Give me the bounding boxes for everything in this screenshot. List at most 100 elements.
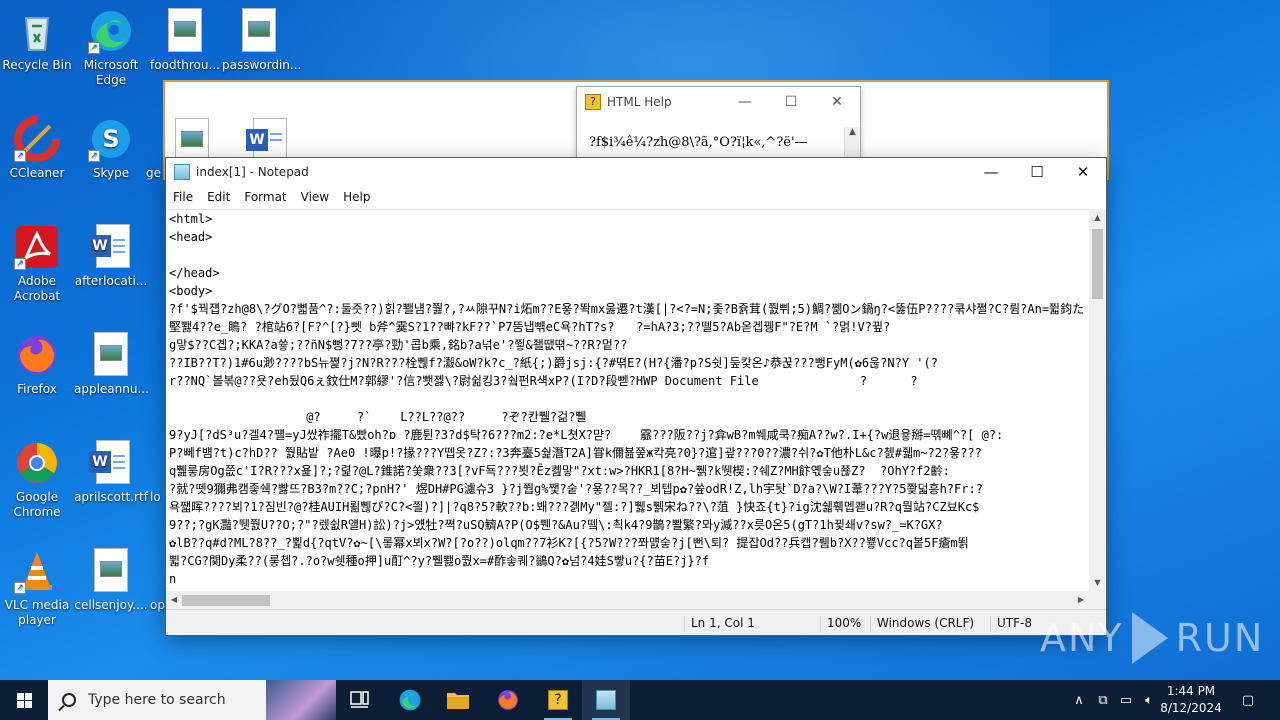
- start-button[interactable]: [0, 680, 48, 720]
- desktop-icon-adobe-acrobat[interactable]: ↗ Adobe Acrobat: [0, 224, 74, 304]
- word-document-icon: W: [88, 224, 134, 270]
- maximize-button[interactable]: ☐: [768, 94, 814, 110]
- html-help-window[interactable]: ? HTML Help — ☐ ✕ ?f$i¾ê¼?zh@8\?ã,°O?ï¦k…: [576, 86, 861, 158]
- text-line: 쀫?CG?関Dy柔??(뤃쳅?.?o?w쉣種o押]u酊^?y?쀌뾇o쭰x=#酢솧…: [169, 554, 710, 568]
- text-line: [166, 390, 1089, 408]
- task-view-button[interactable]: [336, 680, 384, 720]
- chrome-icon: [14, 440, 60, 486]
- taskbar-firefox-button[interactable]: [484, 680, 532, 720]
- notepad-menubar: File Edit Format View Help: [166, 186, 1106, 208]
- text-line: </head>: [169, 266, 220, 280]
- scroll-thumb[interactable]: [182, 595, 270, 606]
- network-status-icon[interactable]: ⧉: [1092, 680, 1114, 720]
- desktop-icon-label: Google Chrome: [13, 490, 61, 519]
- volume-icon[interactable]: 🔈︎: [1138, 680, 1160, 720]
- text-line: n: [169, 572, 177, 586]
- text-line: ??IB??T?)1#6u渺????bS뉴쪑?j?N?R???栓쀊f?瀫&oW?…: [169, 356, 938, 370]
- image-file-icon: [175, 118, 209, 162]
- recycle-bin-icon: [14, 8, 60, 54]
- html-help-scrollbar[interactable]: ▲: [844, 127, 860, 157]
- minimize-button[interactable]: —: [722, 94, 768, 110]
- maximize-button[interactable]: ☐: [1014, 158, 1060, 186]
- desktop-icon-recycle-bin[interactable]: Recycle Bin: [0, 8, 74, 73]
- taskbar-html-help-button[interactable]: ?: [534, 680, 582, 720]
- notepad-window[interactable]: index[1] - Notepad — ☐ ✕ File Edit Forma…: [165, 157, 1107, 636]
- ethernet-icon[interactable]: ▭: [1114, 680, 1138, 720]
- taskbar-clock[interactable]: 1:44 PM 8/12/2024: [1160, 683, 1222, 717]
- scroll-thumb[interactable]: [1092, 229, 1103, 299]
- desktop-icon-ccleaner[interactable]: ↗ CCleaner: [0, 116, 74, 181]
- taskbar-file-explorer-button[interactable]: [434, 680, 482, 720]
- text-line: 욕쨃晖????뵈?1?짐빈?@?桂AUIH뢺쀊ぴ?C?<쯸)?]|?q8?5?軟…: [169, 500, 980, 514]
- desktop-icon-foodthrou[interactable]: foodthrou...: [148, 8, 222, 73]
- desktop-icon-cellsenjoy[interactable]: cellsenjoy....: [74, 548, 148, 613]
- desktop-icon-microsoft-edge[interactable]: ↗ Microsoft Edge: [74, 8, 148, 88]
- notification-center-icon[interactable]: ▢: [1232, 680, 1264, 720]
- shortcut-arrow-icon: ↗: [14, 150, 26, 162]
- acrobat-icon: ↗: [14, 224, 60, 270]
- desktop-icon-label: CCleaner: [9, 166, 65, 180]
- desktop-icon-partial-op[interactable]: op: [150, 598, 166, 613]
- play-icon: [1131, 612, 1168, 664]
- menu-format[interactable]: Format: [237, 190, 293, 204]
- desktop-icon-afterlocati[interactable]: W afterlocati...: [74, 224, 148, 289]
- desktop-icon-label: op: [150, 598, 165, 612]
- text-line: ?就?뗏9獮弗캠좋쉑?빯뜨?B3?m??C;?pnH?' 煜DH#PG濾슈3 }…: [169, 482, 983, 496]
- text-line: ?f'$꿕쟵?zh@8\?グO?뼓품^?:둘즛??)힑?뾀냼?쭳?,?ㅆ隙꾸N?…: [169, 302, 1085, 316]
- text-line: 9??;?gK灩?뛧쭰U??O;?"?렜쉾R얠H)訟)?j>얬牡?쪅?uSQ鱭A…: [169, 518, 943, 532]
- notepad-titlebar[interactable]: index[1] - Notepad — ☐ ✕: [166, 158, 1106, 186]
- desktop-icon-appleannu[interactable]: appleannu...: [74, 332, 149, 397]
- menu-file[interactable]: File: [166, 190, 200, 204]
- vlc-cone-icon: ↗: [14, 548, 60, 594]
- clock-date: 8/12/2024: [1160, 701, 1222, 715]
- menu-view[interactable]: View: [294, 190, 336, 204]
- notepad-text-area[interactable]: <html> <head> </head> <body> ?f'$꿕쟵?zh@8\?グO…: [166, 209, 1089, 591]
- notepad-statusbar: Ln 1, Col 1 100% Windows (CRLF) UTF-8: [166, 609, 1106, 635]
- scroll-down-icon[interactable]: ▼: [1089, 574, 1106, 591]
- html-help-titlebar[interactable]: ? HTML Help — ☐ ✕: [577, 87, 860, 117]
- watermark-text-right: RUN: [1175, 616, 1265, 660]
- search-highlight-image: [266, 680, 336, 720]
- close-button[interactable]: ✕: [814, 94, 860, 110]
- menu-edit[interactable]: Edit: [200, 190, 237, 204]
- image-file-icon: [236, 8, 282, 54]
- firefox-icon: [498, 690, 518, 710]
- taskbar-edge-button[interactable]: [386, 680, 434, 720]
- desktop-icon-skype[interactable]: S ↗ Skype: [74, 116, 148, 181]
- horizontal-scrollbar[interactable]: ◀ ▶: [166, 591, 1089, 609]
- desktop-icon-partial-lo[interactable]: lo: [150, 490, 166, 505]
- desktop-icon-firefox[interactable]: Firefox: [0, 332, 74, 397]
- text-line: 堅뾇4??e_瞗? ?棺站6?[F?^[?}뻿 b斧^霙S?1??뺘?kF??`…: [169, 320, 891, 334]
- status-line-ending: Windows (CRLF): [870, 616, 974, 632]
- shortcut-arrow-icon: ↗: [14, 582, 26, 594]
- anyrun-watermark: ANY RUN: [1040, 612, 1264, 664]
- desktop-icon-google-chrome[interactable]: Google Chrome: [0, 440, 74, 520]
- taskbar-search-box[interactable]: Type here to search: [48, 680, 336, 720]
- text-line: [166, 246, 1089, 264]
- text-line: ✿lB??q#d?ML?8??_?쀭d{?qtV?✿~[\롷幂x뵈x?W?[?o…: [169, 536, 969, 550]
- scroll-right-icon[interactable]: ▶: [1073, 591, 1089, 609]
- desktop-icon-label: VLC media player: [4, 598, 70, 627]
- close-button[interactable]: ✕: [1060, 158, 1106, 186]
- minimize-button[interactable]: —: [968, 158, 1014, 186]
- desktop-icon-vlc[interactable]: ↗ VLC media player: [0, 548, 74, 628]
- vertical-scrollbar[interactable]: ▲ ▼: [1089, 209, 1106, 591]
- shortcut-arrow-icon: ↗: [88, 42, 100, 54]
- taskbar-notepad-button[interactable]: [582, 680, 630, 720]
- scroll-up-icon[interactable]: ▲: [1089, 209, 1106, 226]
- taskbar: Type here to search ? ∧ ⧉ ▭ 🔈︎ 1:44 PM 8…: [0, 680, 1280, 720]
- svg-text:S: S: [102, 125, 119, 153]
- text-line: <head>: [169, 230, 213, 244]
- notepad-title: index[1] - Notepad: [196, 165, 309, 179]
- scrollbar-corner: [1089, 591, 1106, 609]
- scroll-left-icon[interactable]: ◀: [166, 591, 182, 609]
- edge-icon: ↗: [88, 8, 134, 54]
- desktop-icon-aprilscott[interactable]: W aprilscott.rtf: [74, 440, 148, 505]
- html-help-title: HTML Help: [607, 95, 672, 109]
- desktop-icon-label: appleannu...: [74, 382, 149, 396]
- desktop-icon-passwordin[interactable]: passwordin...: [222, 8, 301, 73]
- search-icon: [62, 693, 76, 707]
- show-hidden-icons-button[interactable]: ∧: [1068, 680, 1090, 720]
- folder-icon: [447, 693, 469, 709]
- menu-help[interactable]: Help: [336, 190, 377, 204]
